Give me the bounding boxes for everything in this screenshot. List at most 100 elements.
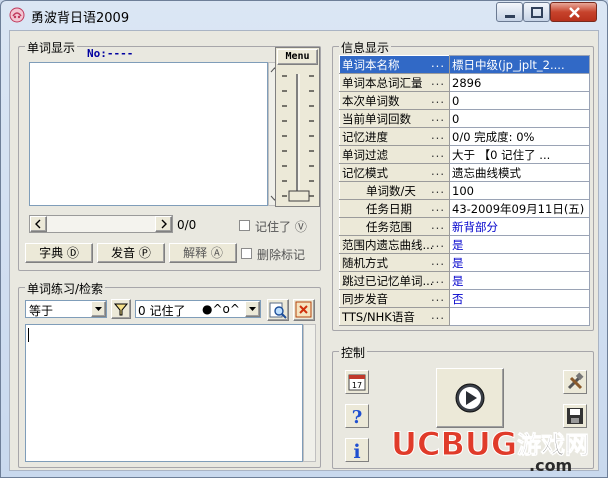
info-glyph: i [353,441,360,461]
info-key-cell[interactable]: 任务日期... [339,199,450,218]
info-key-cell[interactable]: 跳过已记忆单词...... [339,271,450,290]
info-value-cell[interactable]: 100 [449,181,590,200]
practice-scrollbar[interactable] [303,324,316,462]
info-key-ellipsis: ... [431,236,445,251]
info-key-cell[interactable]: 记忆进度... [339,127,450,146]
menu-button[interactable]: Menu [277,49,318,65]
info-value-cell[interactable]: 大于 【0 记住了 ... [449,145,590,164]
tools-button[interactable] [563,370,587,394]
delete-mark-label: 删除标记 [257,248,306,262]
info-row[interactable]: 随机方式... 是 [339,253,590,272]
info-row[interactable]: 跳过已记忆单词...... 是 [339,271,590,290]
info-key-ellipsis: ... [431,200,445,215]
delete-mark-checkbox[interactable] [241,248,252,259]
word-display-group: 单词显示 No:---- Menu 0/0 记住了 Ⓥ 字典 Ⓓ 发音 Ⓟ 解释… [18,39,321,271]
minimize-button[interactable] [496,2,523,22]
word-display-area[interactable] [29,62,268,206]
exit-search-button[interactable] [293,299,315,321]
info-key-cell[interactable]: 当前单词回数... [339,109,450,128]
previous-word-button[interactable] [30,216,47,232]
info-value-cell[interactable]: 是 [449,253,590,272]
info-key-ellipsis: ... [431,254,445,269]
info-key-cell[interactable]: TTS/NHK语音... [339,307,450,326]
info-key-label: 单词本名称 [342,57,400,72]
filter-dropdown[interactable] [245,301,260,317]
match-mode-value: 等于 [29,304,54,318]
info-key-cell[interactable]: 单词数/天... [339,181,450,200]
info-value-cell[interactable]: 是 [449,271,590,290]
remembered-checkbox[interactable] [239,220,250,231]
word-number-label: No:---- [87,47,134,60]
info-value-cell[interactable]: 2896 [449,73,590,92]
info-row[interactable]: 本次单词数... 0 [339,91,590,110]
help-icon: ? [352,407,363,428]
info-row[interactable]: 记忆模式... 遗忘曲线模式 [339,163,590,182]
search-button[interactable] [267,299,289,321]
info-value-cell[interactable]: 43-2009年09月11日(五) [449,199,590,218]
dictionary-button[interactable]: 字典 Ⓓ [25,243,93,263]
info-key-cell[interactable]: 单词本名称... [339,55,450,74]
pronounce-button[interactable]: 发音 Ⓟ [97,243,165,263]
match-mode-select[interactable]: 等于 [25,300,107,318]
info-row[interactable]: 同步发音... 否 [339,289,590,308]
info-row[interactable]: 当前单词回数... 0 [339,109,590,128]
explain-button[interactable]: 解释 Ⓐ [169,243,237,263]
practice-input-area[interactable] [25,324,303,462]
info-value-cell[interactable]: 0/0 完成度: 0% [449,127,590,146]
info-row[interactable]: 单词本总词汇量... 2896 [339,73,590,92]
search-icon [269,302,287,319]
info-row[interactable]: 任务范围... 新背部分 [339,217,590,236]
face-value: ●^o^ [202,302,240,316]
chevron-down-icon [249,307,256,311]
match-mode-dropdown[interactable] [91,301,106,317]
info-value-cell[interactable]: 新背部分 [449,217,590,236]
info-value-cell[interactable]: 0 [449,91,590,110]
maximize-button[interactable] [523,2,550,22]
close-button[interactable] [550,2,597,22]
info-key-ellipsis: ... [431,290,445,305]
title-bar[interactable]: 勇波背日语2009 [1,1,607,29]
info-row[interactable]: TTS/NHK语音... [339,307,590,326]
info-row[interactable]: 范围内遗忘曲线...... 是 [339,235,590,254]
info-value-cell[interactable]: 否 [449,289,590,308]
info-row[interactable]: 单词本名称... 標日中级(jp_jplt_2.... [339,55,590,74]
watermark-domain: .com [529,456,572,475]
info-value-cell[interactable]: 是 [449,235,590,254]
watermark-suffix: 游戏网 [517,431,589,459]
info-value-cell[interactable]: 遗忘曲线模式 [449,163,590,182]
info-row[interactable]: 单词数/天... 100 [339,181,590,200]
info-key-cell[interactable]: 本次单词数... [339,91,450,110]
help-button[interactable]: ? [345,404,369,428]
info-key-label: 任务范围 [366,219,412,234]
chevron-left-icon [35,219,41,229]
info-key-cell[interactable]: 单词过滤... [339,145,450,164]
info-value-cell[interactable] [449,307,590,326]
app-logo-icon [9,7,25,23]
filter-button[interactable] [111,299,131,319]
practice-search-group: 单词练习/检索 等于 0 记住了 ●^o^ [18,280,321,468]
info-row[interactable]: 记忆进度... 0/0 完成度: 0% [339,127,590,146]
info-key-cell[interactable]: 记忆模式... [339,163,450,182]
about-button[interactable]: i [345,438,369,463]
info-key-label: 跳过已记忆单词... [342,273,434,288]
info-key-cell[interactable]: 任务范围... [339,217,450,236]
info-value-cell[interactable]: 標日中级(jp_jplt_2.... [449,55,590,74]
calendar-button[interactable]: 17 [345,370,369,394]
info-key-cell[interactable]: 同步发音... [339,289,450,308]
info-row[interactable]: 单词过滤... 大于 【0 记住了 ... [339,145,590,164]
info-group: 信息显示 单词本名称... 標日中级(jp_jplt_2.... 单词本总词汇量..… [332,39,594,331]
next-word-button[interactable] [155,216,172,232]
info-key-ellipsis: ... [431,272,445,287]
filter-select[interactable]: 0 记住了 ●^o^ [135,300,261,318]
close-icon [569,7,580,18]
menu-slider-track[interactable] [276,66,320,206]
info-row[interactable]: 任务日期... 43-2009年09月11日(五) [339,199,590,218]
info-key-cell[interactable]: 随机方式... [339,253,450,272]
info-key-ellipsis: ... [431,128,445,143]
word-progress-scrollbar[interactable] [29,215,173,233]
filter-funnel-icon [113,303,129,316]
info-key-cell[interactable]: 单词本总词汇量... [339,73,450,92]
watermark-brand: UCBUG [391,425,517,463]
info-key-cell[interactable]: 范围内遗忘曲线...... [339,235,450,254]
info-value-cell[interactable]: 0 [449,109,590,128]
